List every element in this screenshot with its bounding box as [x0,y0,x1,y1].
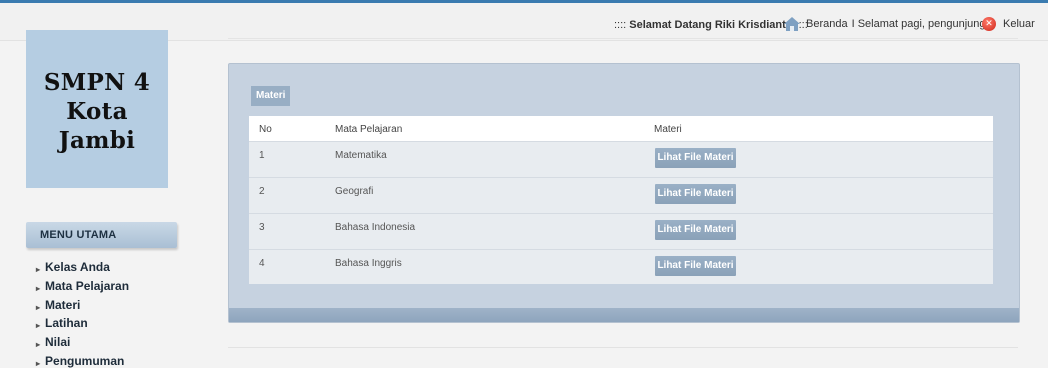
view-file-button[interactable]: Lihat File Materi [655,220,736,240]
content-divider [228,347,1018,348]
close-circle-icon: ✕ [982,17,996,31]
row-subject: Bahasa Indonesia [335,222,416,233]
menu-header: MENU UTAMA [26,222,177,248]
menu-item-label[interactable]: Materi [45,298,80,312]
logout-link[interactable]: ✕ Keluar [982,16,1035,32]
welcome-user: Selamat Datang Riki Krisdianto [629,19,793,31]
table-header: No Mata Pelajaran Materi [249,116,993,141]
menu-item-pengumuman[interactable]: ▸ Pengumuman [36,352,129,368]
menu-item-materi[interactable]: ▸ Materi [36,296,129,315]
row-number: 1 [259,150,265,161]
triangle-right-icon: ▸ [36,302,41,312]
view-file-button[interactable]: Lihat File Materi [655,184,736,204]
panel-title: Materi [251,86,291,106]
row-subject: Bahasa Inggris [335,258,402,269]
main-menu: ▸ Kelas Anda ▸ Mata Pelajaran ▸ Materi ▸ Lat… [36,258,129,368]
menu-item-label[interactable]: Kelas Anda [45,260,110,274]
table-row: 1 Matematika Lihat File Materi [249,141,993,177]
logo-line-1: SMPN 4 [43,69,151,96]
welcome-text: :::: Selamat Datang Riki Krisdianto :::: [614,19,808,31]
table-row: 4 Bahasa Inggris Lihat File Materi [249,249,993,284]
column-header-mata-pelajaran: Mata Pelajaran [335,124,403,135]
menu-item-kelas-anda[interactable]: ▸ Kelas Anda [36,258,129,277]
triangle-right-icon: ▸ [36,265,41,274]
table-row: 3 Bahasa Indonesia Lihat File Materi [249,213,993,249]
triangle-right-icon: ▸ [36,358,41,368]
menu-item-label[interactable]: Mata Pelajaran [45,279,129,293]
greeting-text: I Selamat pagi, pengunjung... [851,18,995,30]
menu-item-label[interactable]: Latihan [45,316,88,330]
column-header-materi: Materi [654,124,682,135]
view-file-button[interactable]: Lihat File Materi [655,256,736,276]
header-divider [228,38,1018,39]
home-link[interactable]: Beranda I Selamat pagi, pengunjung... [784,16,995,32]
row-subject: Geografi [335,186,374,197]
triangle-right-icon: ▸ [36,321,41,331]
menu-item-mata-pelajaran[interactable]: ▸ Mata Pelajaran [36,277,129,296]
logout-label[interactable]: Keluar [1003,18,1035,30]
column-header-no: No [259,124,272,135]
welcome-prefix: :::: [614,19,630,31]
triangle-right-icon: ▸ [36,340,41,350]
materi-panel: Materi No Mata Pelajaran Materi 1 Matema… [228,63,1020,323]
row-number: 3 [259,222,265,233]
row-subject: Matematika [335,150,387,161]
home-icon [784,17,800,31]
row-number: 2 [259,186,265,197]
menu-item-label[interactable]: Nilai [45,335,70,349]
logo-text: SMPN 4 Kota Jambi [26,68,168,155]
school-logo: SMPN 4 Kota Jambi [26,30,168,188]
home-label[interactable]: Beranda [806,18,848,30]
panel-footer-bar [229,308,1019,322]
triangle-right-icon: ▸ [36,283,41,293]
view-file-button[interactable]: Lihat File Materi [655,148,736,168]
materi-table: No Mata Pelajaran Materi 1 Matematika Li… [249,116,993,284]
logo-line-2: Kota Jambi [58,98,136,154]
table-row: 2 Geografi Lihat File Materi [249,177,993,213]
row-number: 4 [259,258,265,269]
menu-item-label[interactable]: Pengumuman [45,354,124,368]
menu-item-nilai[interactable]: ▸ Nilai [36,333,129,352]
menu-item-latihan[interactable]: ▸ Latihan [36,314,129,333]
